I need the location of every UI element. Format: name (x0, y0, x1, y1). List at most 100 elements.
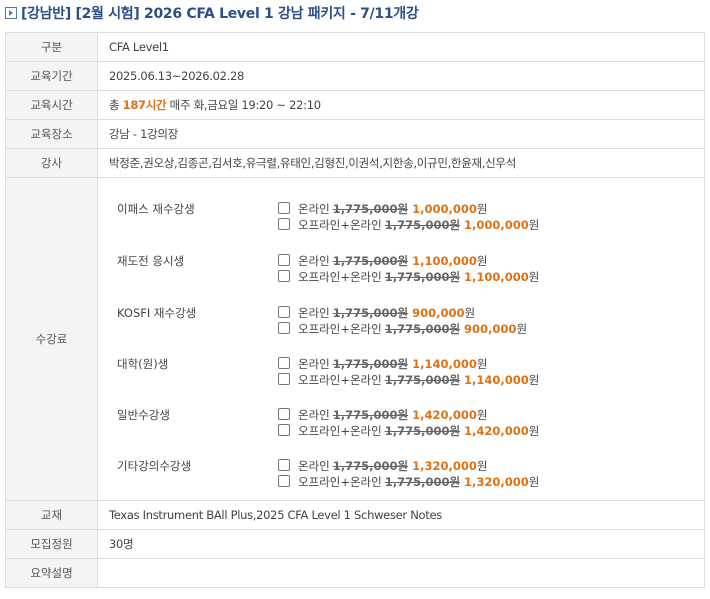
price-unit: 원 (528, 218, 540, 232)
fee-option[interactable]: 오프라인+온라인 1,775,000원 1,140,000원 (278, 372, 539, 387)
original-price: 1,775,000원 (384, 218, 461, 232)
hours-schedule: 매주 화,금요일 19:20 ~ 22:10 (166, 98, 321, 112)
fee-option[interactable]: 오프라인+온라인 1,775,000원 1,320,000원 (278, 474, 539, 489)
label-fee: 수강료 (5, 177, 98, 501)
option-label: 오프라인+온라인 (298, 424, 382, 438)
original-price: 1,775,000원 (384, 322, 461, 336)
original-price: 1,775,000원 (384, 270, 461, 284)
checkbox[interactable] (278, 218, 290, 230)
course-info-table: 구분 CFA Level1 교육기간 2025.06.13~2026.02.28… (5, 32, 705, 588)
row-category: 구분 CFA Level1 (5, 32, 705, 62)
fee-option[interactable]: 오프라인+온라인 1,775,000원 1,420,000원 (278, 423, 539, 438)
option-label: 온라인 (298, 202, 330, 216)
price-unit: 원 (516, 322, 528, 336)
checkbox[interactable] (278, 459, 290, 471)
value-place: 강남 - 1강의장 (97, 119, 705, 149)
fee-group: KOSFI 재수강생 온라인 1,775,000원 900,000원 오프라인+온라… (98, 305, 698, 339)
option-label: 온라인 (298, 254, 330, 268)
fee-option[interactable]: 온라인 1,775,000원 1,100,000원 (278, 253, 487, 268)
discount-price: 1,100,000 (464, 270, 529, 284)
title-bar: [강남반] [2월 시험] 2026 CFA Level 1 강남 패키지 - … (0, 0, 710, 28)
fee-group: 기타강의수강생 온라인 1,775,000원 1,320,000원 오프라인+온라인… (98, 458, 698, 492)
discount-price: 1,000,000 (412, 202, 477, 216)
original-price: 1,775,000원 (332, 306, 409, 320)
checkbox[interactable] (278, 306, 290, 318)
original-price: 1,775,000원 (384, 373, 461, 387)
price-unit: 원 (528, 270, 540, 284)
hours-prefix: 총 (109, 98, 123, 112)
label-category: 구분 (5, 32, 98, 62)
discount-price: 1,420,000 (464, 424, 529, 438)
original-price: 1,775,000원 (384, 475, 461, 489)
discount-price: 1,320,000 (412, 459, 477, 473)
option-label: 온라인 (298, 459, 330, 473)
row-textbook: 교재 Texas Instrument BAll Plus,2025 CFA L… (5, 500, 705, 530)
value-summary (97, 558, 705, 588)
fee-option[interactable]: 오프라인+온라인 1,775,000원 1,000,000원 (278, 217, 539, 232)
checkbox[interactable] (278, 357, 290, 369)
checkbox[interactable] (278, 475, 290, 487)
discount-price: 900,000 (412, 306, 465, 320)
price-unit: 원 (476, 408, 488, 422)
checkbox[interactable] (278, 254, 290, 266)
label-hours: 교육시간 (5, 90, 98, 120)
checkbox[interactable] (278, 424, 290, 436)
label-period: 교육기간 (5, 61, 98, 91)
original-price: 1,775,000원 (332, 408, 409, 422)
fee-group: 재도전 응시생 온라인 1,775,000원 1,100,000원 오프라인+온라인… (98, 253, 698, 287)
arrow-box-icon (5, 7, 17, 19)
fee-option[interactable]: 오프라인+온라인 1,775,000원 1,100,000원 (278, 269, 539, 284)
price-unit: 원 (476, 254, 488, 268)
row-period: 교육기간 2025.06.13~2026.02.28 (5, 61, 705, 91)
hours-total: 187시간 (122, 98, 167, 112)
row-place: 교육장소 강남 - 1강의장 (5, 119, 705, 149)
checkbox[interactable] (278, 270, 290, 282)
fee-group-name: 대학(원)생 (117, 357, 169, 371)
fee-option[interactable]: 온라인 1,775,000원 1,420,000원 (278, 407, 487, 422)
value-period: 2025.06.13~2026.02.28 (97, 61, 705, 91)
discount-price: 1,320,000 (464, 475, 529, 489)
value-instructors: 박정준,권오상,김종곤,김서호,유극렬,유태인,김형진,이권석,지한송,이규민,… (97, 148, 705, 178)
row-fee: 수강료 이패스 재수강생 온라인 1,775,000원 1,000,000원 오프라… (5, 177, 705, 501)
label-instructors: 강사 (5, 148, 98, 178)
fee-option[interactable]: 온라인 1,775,000원 900,000원 (278, 305, 475, 320)
page-title: [강남반] [2월 시험] 2026 CFA Level 1 강남 패키지 - … (21, 6, 419, 22)
label-summary: 요약설명 (5, 558, 98, 588)
row-hours: 교육시간 총 187시간 매주 화,금요일 19:20 ~ 22:10 (5, 90, 705, 120)
fee-option[interactable]: 온라인 1,775,000원 1,000,000원 (278, 201, 487, 216)
fee-group: 일반수강생 온라인 1,775,000원 1,420,000원 오프라인+온라인 1,… (98, 407, 698, 441)
option-label: 오프라인+온라인 (298, 373, 382, 387)
fee-group: 이패스 재수강생 온라인 1,775,000원 1,000,000원 오프라인+온라… (98, 201, 698, 235)
price-unit: 원 (528, 424, 540, 438)
option-label: 온라인 (298, 408, 330, 422)
checkbox[interactable] (278, 322, 290, 334)
price-unit: 원 (476, 357, 488, 371)
fee-option[interactable]: 오프라인+온라인 1,775,000원 900,000원 (278, 321, 527, 336)
fee-group-name: KOSFI 재수강생 (117, 306, 197, 320)
row-instructors: 강사 박정준,권오상,김종곤,김서호,유극렬,유태인,김형진,이권석,지한송,이… (5, 148, 705, 178)
original-price: 1,775,000원 (332, 202, 409, 216)
discount-price: 1,100,000 (412, 254, 477, 268)
option-label: 온라인 (298, 306, 330, 320)
fee-group-name: 일반수강생 (117, 408, 170, 422)
option-label: 온라인 (298, 357, 330, 371)
original-price: 1,775,000원 (384, 424, 461, 438)
fee-group-name: 이패스 재수강생 (117, 202, 195, 216)
original-price: 1,775,000원 (332, 254, 409, 268)
value-capacity: 30명 (97, 529, 705, 559)
fee-group-name: 기타강의수강생 (117, 459, 192, 473)
fee-option[interactable]: 온라인 1,775,000원 1,140,000원 (278, 356, 487, 371)
discount-price: 1,000,000 (464, 218, 529, 232)
option-label: 오프라인+온라인 (298, 270, 382, 284)
price-unit: 원 (528, 373, 540, 387)
checkbox[interactable] (278, 408, 290, 420)
row-summary: 요약설명 (5, 558, 705, 588)
price-unit: 원 (476, 459, 488, 473)
fee-option[interactable]: 온라인 1,775,000원 1,320,000원 (278, 458, 487, 473)
discount-price: 1,140,000 (412, 357, 477, 371)
checkbox[interactable] (278, 373, 290, 385)
checkbox[interactable] (278, 202, 290, 214)
option-label: 오프라인+온라인 (298, 475, 382, 489)
price-unit: 원 (476, 202, 488, 216)
fee-group: 대학(원)생 온라인 1,775,000원 1,140,000원 오프라인+온라인 1… (98, 356, 698, 390)
